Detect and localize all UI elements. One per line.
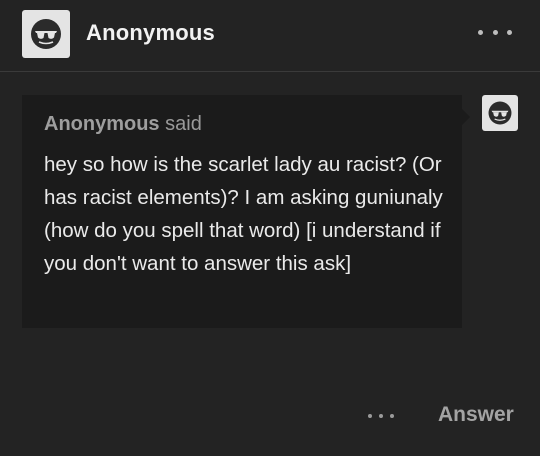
said-label: said	[165, 113, 202, 135]
asker-name: Anonymous	[44, 113, 160, 135]
dot	[368, 414, 372, 418]
ask-question-text: hey so how is the scarlet lady au racist…	[44, 153, 443, 275]
post-header: Anonymous	[0, 0, 540, 72]
anonymous-sunglasses-icon	[488, 101, 512, 125]
more-dots-icon[interactable]	[368, 406, 394, 426]
dot	[390, 414, 394, 418]
dot	[478, 29, 483, 35]
answer-button[interactable]: Answer	[438, 403, 514, 427]
anonymous-avatar[interactable]	[22, 10, 70, 58]
ask-bubble: Anonymous said hey so how is the scarlet…	[22, 95, 470, 328]
anonymous-sunglasses-icon	[31, 19, 61, 49]
asker-avatar	[482, 95, 518, 131]
dot	[507, 29, 512, 35]
dot	[379, 414, 383, 418]
dot	[492, 29, 498, 35]
blog-username[interactable]: Anonymous	[86, 20, 215, 46]
ask-post: Anonymous Anonymous said hey so how is t…	[0, 0, 540, 456]
asker-line: Anonymous said	[44, 112, 440, 136]
more-dots-icon[interactable]	[478, 22, 512, 42]
